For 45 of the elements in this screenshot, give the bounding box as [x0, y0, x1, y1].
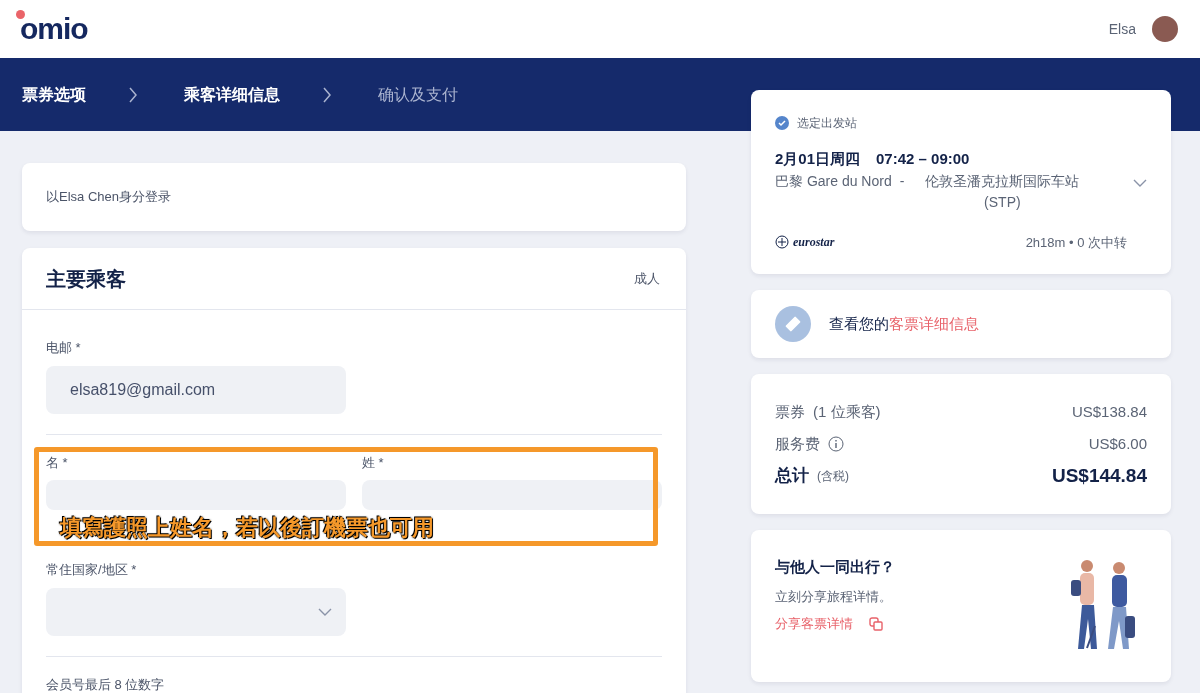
- destination-station: 伦敦圣潘克拉斯国际车站 (STP): [924, 171, 1081, 212]
- chevron-down-icon: [318, 607, 332, 616]
- price-label: 总计: [775, 465, 809, 488]
- price-amount: US$144.84: [1051, 463, 1147, 488]
- field-label: 常住国家/地区 *: [46, 561, 138, 579]
- price-note: (含税): [817, 468, 849, 485]
- price-amount: US$138.84: [1071, 401, 1147, 422]
- price-amount: US$6.00: [1088, 433, 1147, 454]
- ticket-details-text: 查看您的客票详细信息: [829, 313, 979, 334]
- user-name[interactable]: Elsa: [1108, 18, 1136, 40]
- check-circle-icon: [775, 116, 789, 130]
- journey-time: 07:42 – 09:00: [876, 149, 970, 169]
- chevron-right-icon: [322, 85, 332, 104]
- info-icon: [828, 436, 844, 452]
- annotation-text: 填寫護照上姓名，若以後訂機票也可用: [60, 514, 434, 541]
- route-separator: -: [899, 171, 905, 191]
- journey-date: 2月01日周四: [775, 149, 861, 169]
- chevron-down-icon: [1133, 178, 1147, 187]
- step-tab[interactable]: 乘客详细信息: [184, 82, 280, 107]
- login-notice: 以Elsa Chen身分登录: [46, 188, 171, 207]
- passenger-type: 成人: [634, 269, 660, 288]
- status-text: 选定出发站: [797, 115, 857, 132]
- step-tab[interactable]: 确认及支付: [378, 82, 458, 107]
- ticket-icon: [775, 306, 811, 342]
- field-label: 名 *: [46, 453, 69, 472]
- avatar[interactable]: [1152, 16, 1178, 42]
- input-field[interactable]: elsa819@gmail.com: [46, 365, 346, 414]
- operator-name: eurostar: [793, 234, 835, 252]
- field-label: 姓 *: [362, 453, 385, 472]
- select-field[interactable]: [46, 587, 346, 636]
- price-note: (1 位乘客): [813, 401, 881, 422]
- field-label: 会员号最后 8 位数字: [46, 675, 166, 693]
- journey-duration: 2h18m • 0 次中转: [1025, 233, 1127, 252]
- chevron-right-icon: [128, 85, 138, 104]
- step-tab[interactable]: 票券选项: [22, 82, 86, 107]
- section-title: 主要乘客: [46, 266, 126, 292]
- input-field[interactable]: [362, 480, 662, 510]
- origin-station: 巴黎 Gare du Nord: [775, 171, 892, 191]
- field-label: 电邮 *: [46, 339, 82, 357]
- share-title: 与他人一同出行？: [775, 557, 895, 577]
- price-label: 服务费: [775, 433, 820, 454]
- share-link[interactable]: 分享客票详情: [775, 614, 895, 634]
- price-label: 票券: [775, 401, 805, 422]
- copy-icon: [869, 616, 883, 631]
- share-text: 立刻分享旅程详情。: [775, 587, 893, 606]
